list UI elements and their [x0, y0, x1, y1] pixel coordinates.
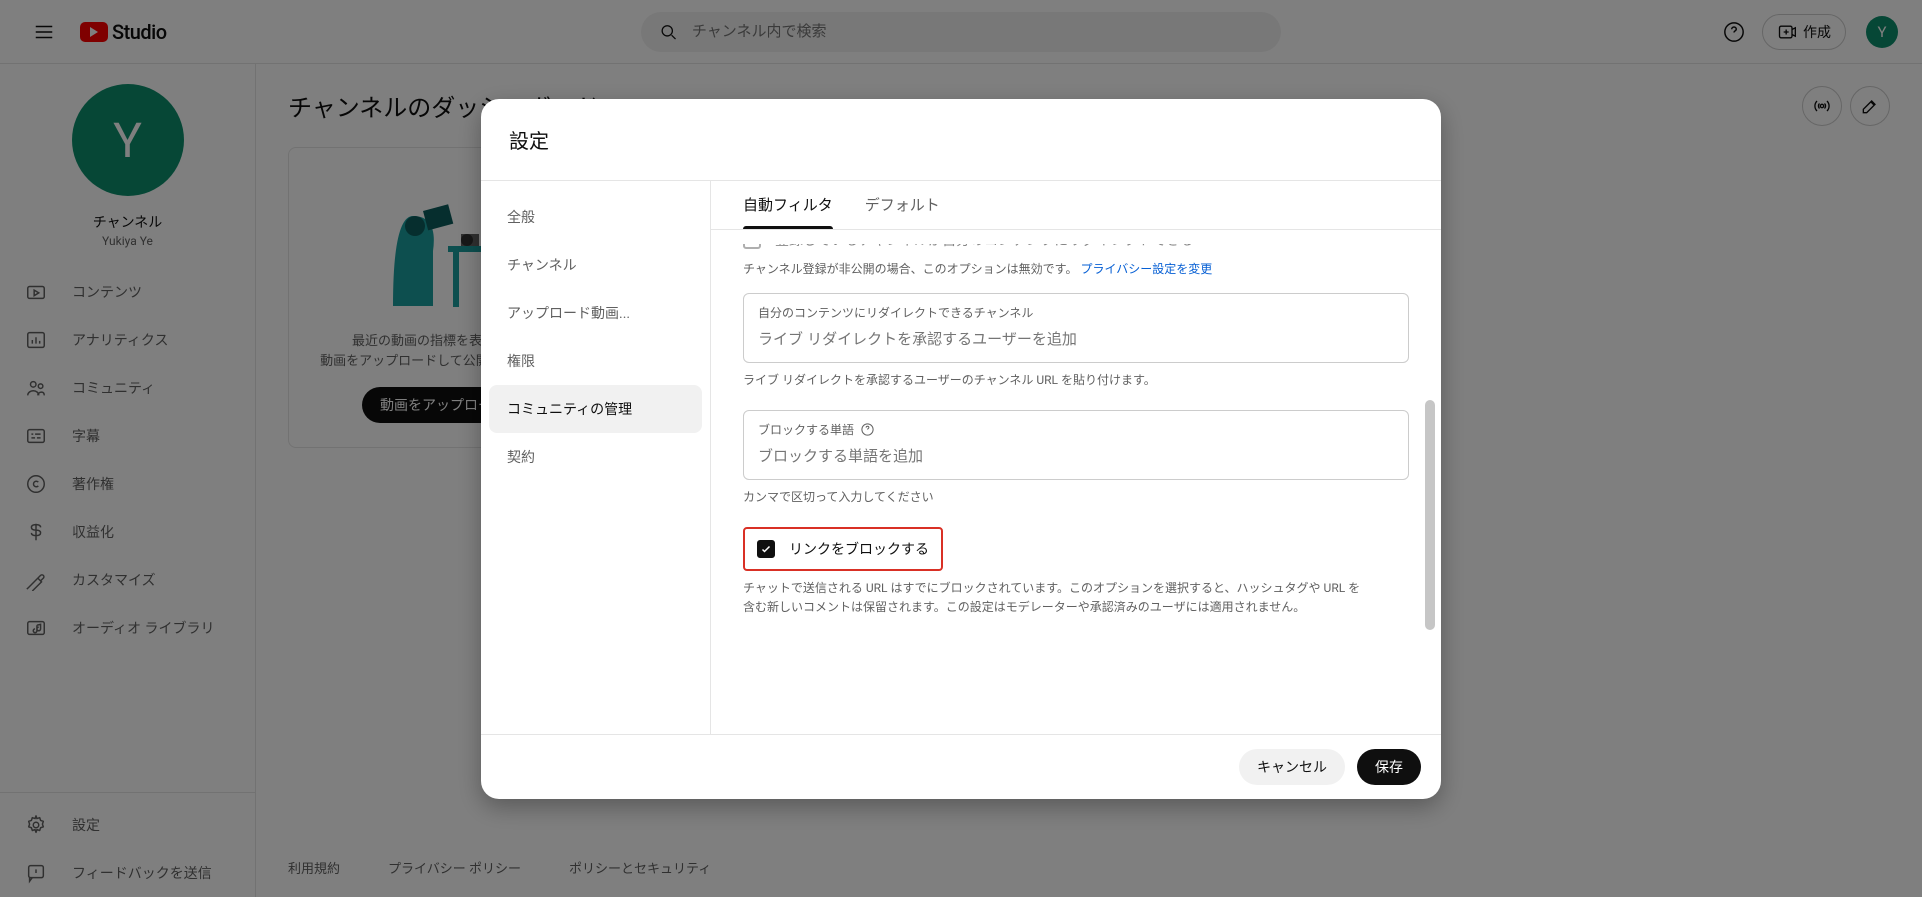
check-icon [760, 543, 772, 555]
blocked-words-label: ブロックする単語 [758, 421, 1394, 438]
save-button[interactable]: 保存 [1357, 749, 1421, 785]
dialog-content: 自動フィルタ デフォルト 登録しているチャンネルが自分のコンテンツにリダイレクト… [711, 181, 1441, 734]
settings-pane: 登録しているチャンネルが自分のコンテンツにリダイレクトできる チャンネル登録が非… [711, 230, 1441, 734]
block-links-desc: チャットで送信される URL はすでにブロックされています。このオプションを選択… [743, 579, 1363, 617]
dnav-community-mgmt[interactable]: コミュニティの管理 [489, 385, 702, 433]
blocked-words-help: カンマで区切って入力してください [743, 488, 1409, 505]
dnav-upload[interactable]: アップロード動画... [489, 289, 702, 337]
block-links-checkbox[interactable] [757, 540, 775, 558]
dnav-general[interactable]: 全般 [489, 193, 702, 241]
dialog-tabs: 自動フィルタ デフォルト [711, 181, 1441, 230]
privacy-settings-link[interactable]: プライバシー設定を変更 [1080, 262, 1212, 276]
dialog-title: 設定 [481, 99, 1441, 181]
modal-overlay[interactable]: 設定 全般 チャンネル アップロード動画... 権限 コミュニティの管理 契約 … [0, 0, 1922, 897]
subscriber-redirect-desc: チャンネル登録が非公開の場合、このオプションは無効です。 プライバシー設定を変更 [743, 260, 1409, 279]
checkbox-icon[interactable] [743, 244, 761, 249]
blocked-words-field[interactable]: ブロックする単語 [743, 410, 1409, 480]
settings-dialog: 設定 全般 チャンネル アップロード動画... 権限 コミュニティの管理 契約 … [481, 99, 1441, 799]
blocked-words-input[interactable] [758, 448, 1394, 465]
redirect-field-label: 自分のコンテンツにリダイレクトできるチャンネル [758, 304, 1394, 321]
redirect-channels-input[interactable] [758, 331, 1394, 348]
tab-default[interactable]: デフォルト [865, 181, 940, 229]
redirect-help: ライブ リダイレクトを承認するユーザーのチャンネル URL を貼り付けます。 [743, 371, 1409, 388]
tab-autofilter[interactable]: 自動フィルタ [743, 181, 833, 229]
dialog-footer: キャンセル 保存 [481, 734, 1441, 799]
block-links-label: リンクをブロックする [789, 539, 929, 559]
cancel-button[interactable]: キャンセル [1239, 749, 1345, 785]
dnav-agreements[interactable]: 契約 [489, 433, 702, 481]
pane-scrollbar[interactable] [1425, 400, 1435, 630]
dialog-nav: 全般 チャンネル アップロード動画... 権限 コミュニティの管理 契約 [481, 181, 711, 734]
redirect-channels-field[interactable]: 自分のコンテンツにリダイレクトできるチャンネル [743, 293, 1409, 363]
block-links-highlight: リンクをブロックする [743, 527, 943, 571]
help-icon[interactable] [860, 422, 875, 437]
subscriber-redirect-checkbox-row[interactable]: 登録しているチャンネルが自分のコンテンツにリダイレクトできる [743, 244, 1409, 250]
dnav-permissions[interactable]: 権限 [489, 337, 702, 385]
dnav-channel[interactable]: チャンネル [489, 241, 702, 289]
